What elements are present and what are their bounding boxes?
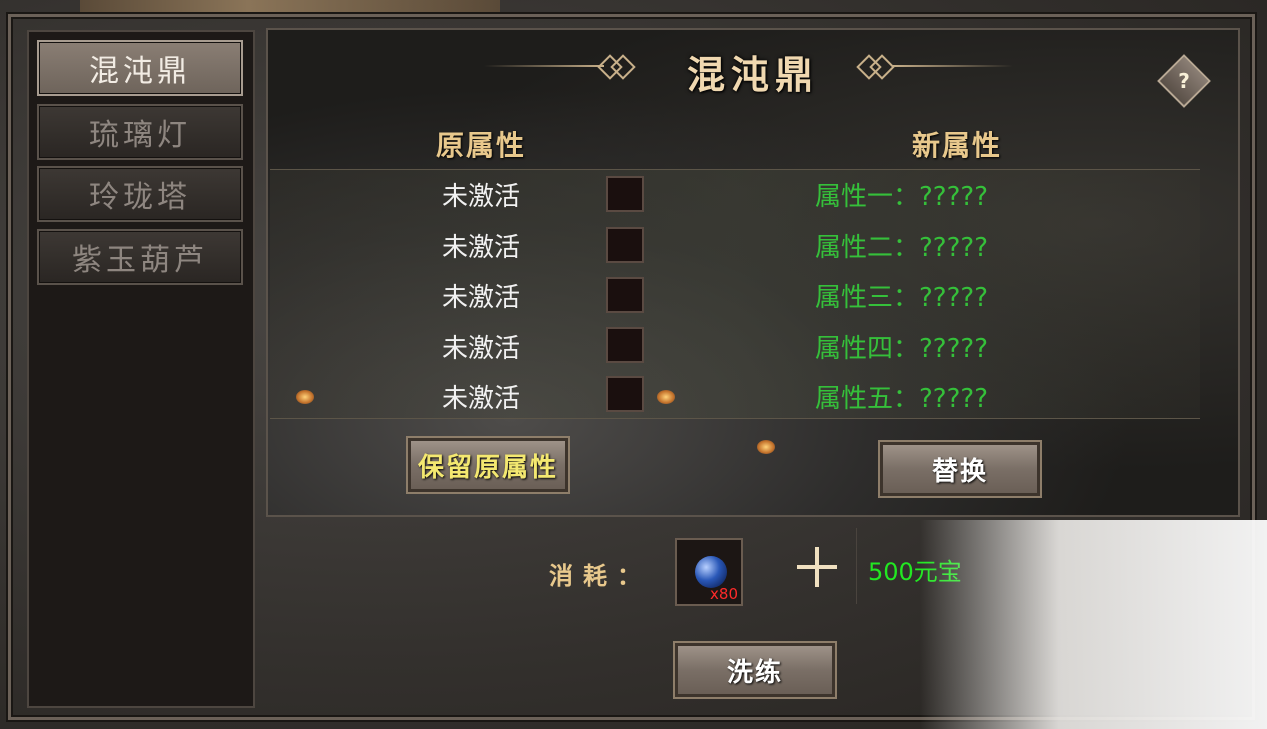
lock-checkbox-1[interactable] bbox=[606, 176, 644, 212]
sidebar-item-ziyu-hulu[interactable]: 紫玉葫芦 bbox=[37, 229, 243, 285]
old-attribute-3: 未激活 bbox=[442, 283, 521, 313]
attribute-rows-band bbox=[270, 169, 1200, 419]
lock-checkbox-2[interactable] bbox=[606, 227, 644, 263]
material-count: x80 bbox=[710, 585, 738, 603]
blue-orb-icon bbox=[695, 556, 727, 588]
sidebar-item-linglong-ta[interactable]: 玲珑塔 bbox=[37, 166, 243, 222]
sidebar: 混沌鼎 琉璃灯 玲珑塔 紫玉葫芦 bbox=[27, 30, 255, 708]
new-attribute-3: 属性三：????? bbox=[815, 283, 988, 313]
new-attributes-header: 新属性 bbox=[912, 129, 1003, 162]
refine-button[interactable]: 洗练 bbox=[673, 641, 837, 699]
keep-original-button[interactable]: 保留原属性 bbox=[406, 436, 570, 494]
new-attribute-1: 属性一：????? bbox=[815, 182, 988, 212]
old-attribute-2: 未激活 bbox=[442, 233, 521, 263]
new-attribute-4: 属性四：????? bbox=[815, 334, 988, 364]
plus-icon bbox=[797, 547, 837, 587]
torch-flame-icon bbox=[657, 390, 675, 404]
torch-flame-icon bbox=[757, 440, 775, 454]
panel-title: 混沌鼎 bbox=[686, 52, 819, 97]
replace-button[interactable]: 替换 bbox=[878, 440, 1042, 498]
top-ornament bbox=[80, 0, 500, 12]
old-attribute-5: 未激活 bbox=[442, 384, 521, 414]
torch-flame-icon bbox=[296, 390, 314, 404]
new-attribute-2: 属性二：????? bbox=[815, 233, 988, 263]
cost-label: 消耗： bbox=[549, 561, 651, 590]
help-icon: ? bbox=[1178, 69, 1190, 93]
cost-divider bbox=[856, 528, 857, 604]
lock-checkbox-3[interactable] bbox=[606, 277, 644, 313]
watermark-fade bbox=[920, 520, 1267, 729]
sidebar-item-hundun-ding[interactable]: 混沌鼎 bbox=[37, 40, 243, 96]
lock-checkbox-4[interactable] bbox=[606, 327, 644, 363]
old-attributes-header: 原属性 bbox=[436, 129, 527, 162]
new-attribute-5: 属性五：????? bbox=[815, 384, 988, 414]
old-attribute-1: 未激活 bbox=[442, 182, 521, 212]
old-attribute-4: 未激活 bbox=[442, 334, 521, 364]
material-slot[interactable]: x80 bbox=[675, 538, 743, 606]
lock-checkbox-5[interactable] bbox=[606, 376, 644, 412]
sidebar-item-liuli-deng[interactable]: 琉璃灯 bbox=[37, 104, 243, 160]
